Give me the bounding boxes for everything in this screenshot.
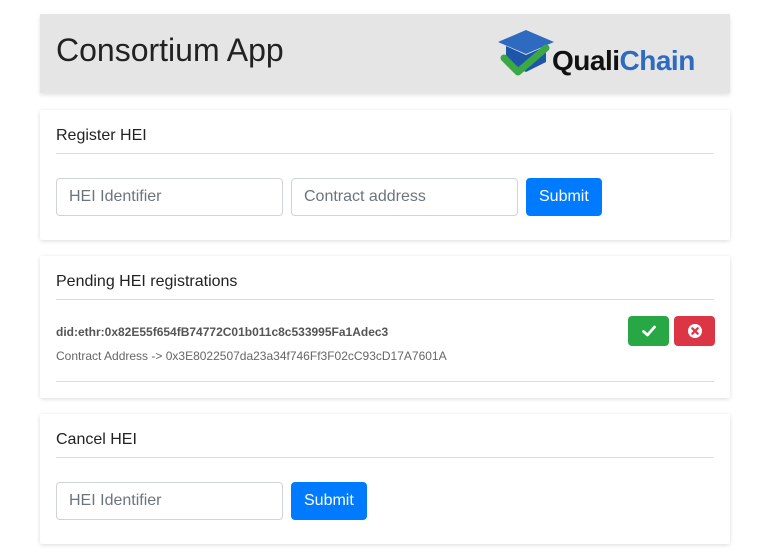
register-hei-title: Register HEI xyxy=(56,127,147,144)
divider xyxy=(56,299,714,300)
cancel-submit-button[interactable]: Submit xyxy=(291,482,367,520)
approve-button[interactable] xyxy=(628,316,669,346)
check-icon xyxy=(641,325,656,337)
logo-text-chain: Chain xyxy=(619,45,696,76)
cancel-hei-title: Cancel HEI xyxy=(56,431,137,448)
pending-did: did:ethr:0x82E55f654fB74772C01b011c8c533… xyxy=(56,325,389,339)
hei-identifier-input[interactable] xyxy=(56,178,283,216)
register-submit-button[interactable]: Submit xyxy=(526,178,602,216)
logo-text: QualiChain xyxy=(552,46,695,76)
divider xyxy=(56,457,714,458)
divider xyxy=(56,153,714,154)
app-header: Consortium App QualiChain xyxy=(40,14,730,93)
reject-button[interactable] xyxy=(674,316,715,346)
pending-registrations-title: Pending HEI registrations xyxy=(56,273,238,290)
register-hei-card: Register HEI Submit xyxy=(40,110,730,240)
app-title: Consortium App xyxy=(56,32,284,68)
contract-address-input[interactable] xyxy=(291,178,518,216)
divider xyxy=(56,381,714,382)
logo-text-quali: Quali xyxy=(552,45,620,76)
times-circle-icon xyxy=(687,324,702,338)
cancel-hei-card: Cancel HEI Submit xyxy=(40,414,730,544)
qualichain-logo: QualiChain xyxy=(496,28,702,80)
graduation-cap-check-icon xyxy=(498,30,554,76)
cancel-hei-identifier-input[interactable] xyxy=(56,482,283,520)
pending-registrations-card: Pending HEI registrations did:ethr:0x82E… xyxy=(40,256,730,398)
pending-contract-address: Contract Address -> 0x3E8022507da23a34f7… xyxy=(56,349,447,363)
